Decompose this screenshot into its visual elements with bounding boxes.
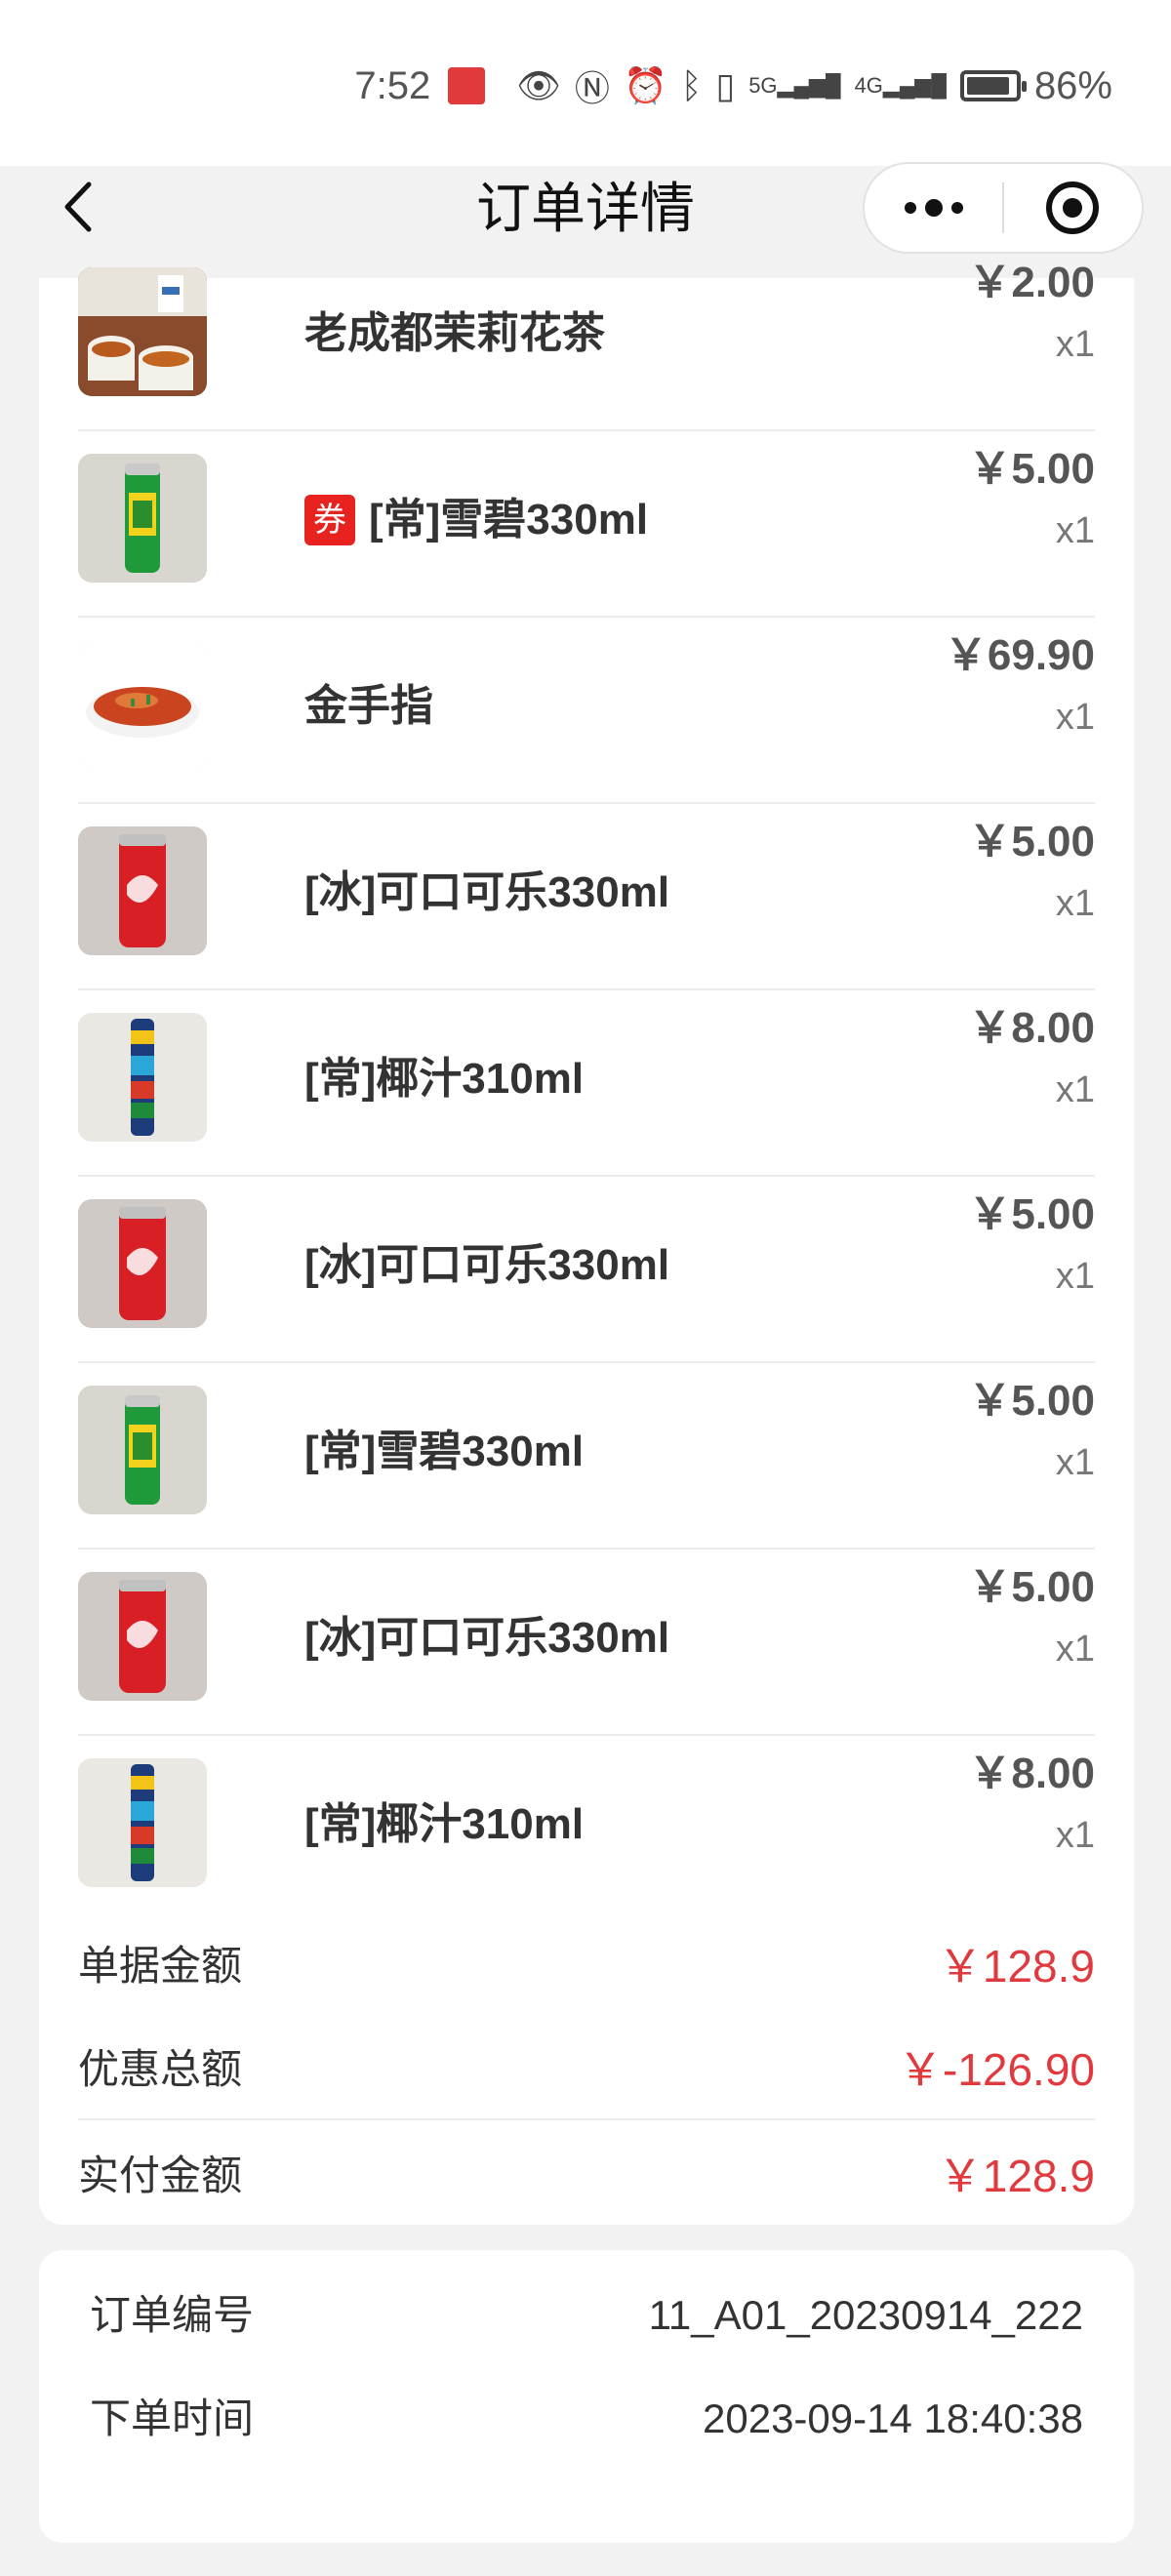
- paid-amount-row: 实付金额 ￥128.9: [78, 2137, 1095, 2215]
- order-time-row: 下单时间 2023-09-14 18:40:38: [90, 2385, 1083, 2453]
- order-number-label: 订单编号: [90, 2292, 255, 2338]
- item-quantity: x1: [1055, 1442, 1095, 1483]
- battery-percent: 86%: [1033, 63, 1112, 107]
- divider: [78, 2118, 1095, 2120]
- item-quantity: x1: [1055, 883, 1095, 924]
- item-price: ￥5.00: [968, 1377, 1095, 1425]
- bluetooth-icon: ᛒ: [680, 65, 703, 105]
- item-name: [常]椰汁310ml: [304, 1795, 584, 1854]
- order-item-row: [常]椰汁310ml ￥8.00 x1: [78, 989, 1095, 1177]
- item-name-text: [冰]可口可乐330ml: [304, 868, 670, 916]
- coconut-can-image: [78, 1758, 207, 1887]
- item-price: ￥69.90: [944, 631, 1095, 679]
- status-time: 7:52: [354, 63, 431, 107]
- item-quantity: x1: [1055, 1256, 1095, 1297]
- back-button[interactable]: [57, 176, 100, 238]
- item-quantity: x1: [1055, 1629, 1095, 1670]
- bill-amount-value: ￥128.9: [937, 1941, 1095, 1992]
- item-name-text: [常]椰汁310ml: [304, 1055, 585, 1103]
- order-item-row: [冰]可口可乐330ml ￥5.00 x1: [78, 1549, 1095, 1736]
- item-name: 金手指: [304, 677, 433, 736]
- battery-icon: [959, 70, 1027, 101]
- item-price: ￥5.00: [968, 445, 1095, 493]
- signal-5g-icon: 5G▂▄▆█: [748, 73, 841, 98]
- item-name-text: [常]椰汁310ml: [304, 1800, 585, 1848]
- item-name: [常]椰汁310ml: [304, 1050, 584, 1108]
- order-item-row: [常]椰汁310ml ￥8.00 x1: [78, 1735, 1095, 1922]
- notification-icon: [448, 67, 486, 104]
- order-info-card: 订单编号 11_A01_20230914_222 下单时间 2023-09-14…: [39, 2250, 1134, 2543]
- bill-amount-label: 单据金额: [78, 1943, 243, 1989]
- item-name: [冰]可口可乐330ml: [304, 1236, 669, 1295]
- order-items-card: 单据金额 ￥128.9 优惠总额 ￥-126.90 实付金额 ￥128.9 老成…: [39, 259, 1134, 2225]
- bill-amount-row: 单据金额 ￥128.9: [78, 1927, 1095, 2005]
- item-name-text: [常]雪碧330ml: [369, 496, 649, 543]
- sprite-can-image: [78, 454, 207, 583]
- more-button[interactable]: [865, 164, 1002, 252]
- order-item-row: [冰]可口可乐330ml ￥5.00 x1: [78, 803, 1095, 990]
- item-name-text: 金手指: [304, 682, 433, 730]
- order-item-row: 金手指 ￥69.90 x1: [78, 617, 1095, 804]
- nfc-icon: Ⓝ: [574, 68, 610, 108]
- order-time-label: 下单时间: [90, 2395, 255, 2441]
- item-name: [冰]可口可乐330ml: [304, 864, 669, 922]
- discount-label: 优惠总额: [78, 2046, 243, 2092]
- dish-image: [78, 640, 207, 769]
- order-item-row: 老成都茉莉花茶 ￥2.00 x1: [78, 244, 1095, 431]
- item-quantity: x1: [1055, 1815, 1095, 1856]
- item-quantity: x1: [1055, 510, 1095, 551]
- target-close-icon: [1046, 181, 1100, 234]
- item-name: 老成都茉莉花茶: [304, 304, 605, 363]
- item-quantity: x1: [1055, 324, 1095, 365]
- item-price: ￥5.00: [968, 818, 1095, 865]
- item-name: [冰]可口可乐330ml: [304, 1609, 669, 1668]
- coupon-badge: 券: [304, 495, 355, 545]
- item-quantity: x1: [1055, 1069, 1095, 1110]
- paid-amount-label: 实付金额: [78, 2153, 243, 2198]
- eye-icon: 👁: [516, 65, 561, 105]
- close-button[interactable]: [1004, 164, 1142, 252]
- item-quantity: x1: [1055, 697, 1095, 738]
- item-name-text: [冰]可口可乐330ml: [304, 1614, 670, 1662]
- order-item-row: [常]雪碧330ml ￥5.00 x1: [78, 1362, 1095, 1550]
- chevron-left-icon: [64, 181, 92, 232]
- discount-row: 优惠总额 ￥-126.90: [78, 2031, 1095, 2109]
- item-name: [常]雪碧330ml: [304, 1423, 584, 1481]
- order-number-row: 订单编号 11_A01_20230914_222: [90, 2281, 1083, 2350]
- status-icons: 7:52 👁 Ⓝ ⏰ ᛒ ▯ 5G▂▄▆█ 4G▂▄▆█ 86%: [354, 60, 1112, 111]
- item-price: ￥2.00: [968, 259, 1095, 306]
- order-item-row: 券 [常]雪碧330ml ￥5.00 x1: [78, 430, 1095, 618]
- order-number-value[interactable]: 11_A01_20230914_222: [649, 2281, 1083, 2350]
- item-name-text: [常]雪碧330ml: [304, 1428, 585, 1475]
- coconut-can-image: [78, 1013, 207, 1142]
- item-price: ￥5.00: [968, 1190, 1095, 1238]
- more-dots-icon: [904, 199, 963, 217]
- tea-image: [78, 267, 207, 396]
- item-price: ￥8.00: [968, 1004, 1095, 1052]
- item-name-text: [冰]可口可乐330ml: [304, 1241, 670, 1289]
- order-time-value: 2023-09-14 18:40:38: [703, 2395, 1083, 2441]
- item-name-text: 老成都茉莉花茶: [304, 309, 605, 357]
- mini-program-capsule: [863, 162, 1144, 254]
- battery-level: [966, 77, 1009, 95]
- vibrate-icon: ▯: [715, 65, 736, 105]
- alarm-icon: ⏰: [623, 65, 667, 105]
- paid-amount-value: ￥128.9: [937, 2151, 1095, 2201]
- item-name: 券 [常]雪碧330ml: [304, 491, 648, 549]
- discount-value: ￥-126.90: [897, 2044, 1095, 2095]
- status-bar: 7:52 👁 Ⓝ ⏰ ᛒ ▯ 5G▂▄▆█ 4G▂▄▆█ 86% 订单详情: [0, 0, 1171, 254]
- sprite-can-image: [78, 1386, 207, 1514]
- coke-can-image: [78, 1199, 207, 1328]
- order-item-row: [冰]可口可乐330ml ￥5.00 x1: [78, 1176, 1095, 1363]
- signal-4g-icon: 4G▂▄▆█: [854, 73, 947, 98]
- coke-can-image: [78, 1572, 207, 1701]
- coke-can-image: [78, 826, 207, 955]
- item-price: ￥5.00: [968, 1563, 1095, 1611]
- item-price: ￥8.00: [968, 1750, 1095, 1797]
